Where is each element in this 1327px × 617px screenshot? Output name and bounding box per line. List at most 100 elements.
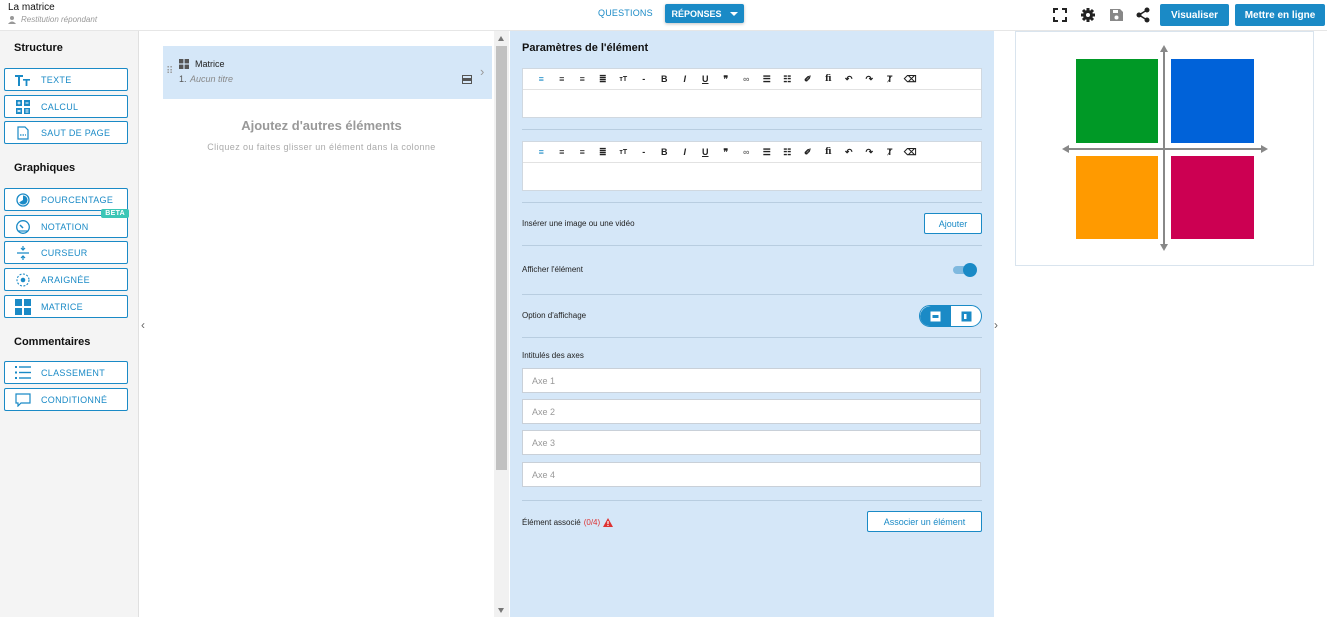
divider [522, 202, 982, 203]
axis-1-input[interactable]: Axe 1 [522, 368, 981, 393]
axis-arrow-left [1062, 145, 1069, 153]
layout-half-icon[interactable] [961, 311, 972, 322]
palette-notation[interactable]: NOTATION BETA [4, 209, 129, 238]
quote-icon[interactable]: ❞ [716, 74, 737, 85]
text-size-icon [15, 73, 31, 87]
brush-icon[interactable]: ✐ [798, 147, 819, 158]
bold-icon[interactable]: B [654, 147, 675, 157]
editor-toolbar: ≡ ≡ ≡ ≣ ᴛT - B I U ❞ ∞ ☰ ☷ ✐ fi ↶ ↷ Ⱦ ⌫ [523, 69, 981, 90]
align-center-icon[interactable]: ≡ [552, 74, 573, 84]
gear-icon[interactable] [1080, 7, 1096, 23]
section-structure: Structure [14, 42, 63, 54]
palette-saut-de-page[interactable]: SAUT DE PAGE [4, 121, 128, 144]
justify-icon[interactable]: ≣ [593, 147, 614, 158]
drag-handle-icon[interactable]: ⠿ [166, 66, 173, 77]
justify-icon[interactable]: ≣ [593, 74, 614, 85]
associate-element-button[interactable]: Associer un élément [867, 511, 982, 532]
display-option-switch[interactable] [919, 305, 982, 327]
link-icon[interactable]: ∞ [736, 74, 757, 84]
item-type: Matrice [195, 59, 225, 69]
link-icon[interactable]: ∞ [736, 147, 757, 157]
minus-icon[interactable]: - [634, 74, 655, 84]
collapse-left-icon[interactable]: ‹ [141, 318, 145, 332]
rich-text-editor-2[interactable]: ≡ ≡ ≡ ≣ ᴛT - B I U ❞ ∞ ☰ ☷ ✐ fi ↶ ↷ Ⱦ ⌫ [522, 141, 982, 191]
list-item[interactable]: ⠿ Matrice 1. Aucun titre › [160, 46, 492, 99]
clear-format-icon[interactable]: Ⱦ [880, 147, 901, 157]
palette-texte-label: TEXTE [41, 74, 72, 85]
brush-icon[interactable]: ✐ [798, 74, 819, 85]
list-icon [15, 366, 31, 380]
show-element-toggle[interactable] [953, 263, 977, 277]
palette-texte[interactable]: TEXTE [4, 68, 128, 91]
quadrant-bottom-left [1076, 156, 1158, 239]
divider [522, 245, 982, 246]
tab-questions[interactable]: QUESTIONS [598, 8, 653, 18]
document-subtitle: Restitution répondant [8, 15, 97, 24]
eraser-icon[interactable]: ⌫ [900, 147, 921, 158]
axis-4-input[interactable]: Axe 4 [522, 462, 981, 487]
tab-reponses[interactable]: RÉPONSES [665, 4, 744, 23]
palette-matrice[interactable]: MATRICE [4, 295, 128, 318]
percentage-icon [15, 192, 31, 207]
eraser-icon[interactable]: ⌫ [900, 74, 921, 85]
publish-button[interactable]: Mettre en ligne [1235, 4, 1325, 26]
align-left-icon[interactable]: ≡ [531, 147, 552, 157]
font-size-icon[interactable]: ᴛT [613, 76, 634, 83]
palette-pourcentage[interactable]: POURCENTAGE [4, 188, 128, 211]
chevron-right-icon[interactable]: › [480, 64, 484, 79]
rich-text-editor-1[interactable]: ≡ ≡ ≡ ≣ ᴛT - B I U ❞ ∞ ☰ ☷ ✐ fi ↶ ↷ Ⱦ ⌫ [522, 68, 982, 118]
bullet-list-icon[interactable]: ☰ [757, 74, 778, 85]
underline-icon[interactable]: U [695, 74, 716, 84]
bold-icon[interactable]: B [654, 74, 675, 84]
preview-button[interactable]: Visualiser [1160, 4, 1229, 26]
matrix-chart [1062, 45, 1268, 251]
palette-notation-label: NOTATION [41, 221, 89, 232]
redo-icon[interactable]: ↷ [859, 147, 880, 158]
collapse-right-icon[interactable]: › [994, 318, 998, 332]
minus-icon[interactable]: - [634, 147, 655, 157]
undo-icon[interactable]: ↶ [839, 74, 860, 85]
chevron-down-icon [729, 11, 738, 16]
clear-format-icon[interactable]: Ⱦ [880, 74, 901, 84]
axis-arrow-bottom [1160, 244, 1168, 251]
font-icon[interactable]: fi [818, 74, 839, 84]
palette-curseur[interactable]: CURSEUR [4, 241, 128, 264]
share-icon[interactable] [1135, 7, 1151, 23]
palette-araignee[interactable]: ARAIGNÉE [4, 268, 128, 291]
numbered-list-icon[interactable]: ☷ [777, 74, 798, 85]
redo-icon[interactable]: ↷ [859, 74, 880, 85]
comment-icon [15, 392, 31, 407]
axis-arrow-top [1160, 45, 1168, 52]
palette-conditionne[interactable]: CONDITIONNÉ [4, 388, 128, 411]
beta-badge: BETA [101, 209, 129, 218]
spider-icon [15, 272, 31, 287]
font-size-icon[interactable]: ᴛT [613, 149, 634, 156]
italic-icon[interactable]: I [675, 147, 696, 157]
italic-icon[interactable]: I [675, 74, 696, 84]
font-icon[interactable]: fi [818, 147, 839, 157]
item-title: Aucun titre [190, 74, 234, 84]
add-media-button[interactable]: Ajouter [924, 213, 982, 234]
quote-icon[interactable]: ❞ [716, 147, 737, 158]
align-right-icon[interactable]: ≡ [572, 147, 593, 157]
align-right-icon[interactable]: ≡ [572, 74, 593, 84]
associated-row: Élément associé (0/4) [522, 518, 614, 527]
axis-3-input[interactable]: Axe 3 [522, 430, 981, 455]
axis-2-input[interactable]: Axe 2 [522, 399, 981, 424]
palette-classement[interactable]: CLASSEMENT [4, 361, 128, 384]
align-left-icon[interactable]: ≡ [531, 74, 552, 84]
fullscreen-icon[interactable] [1052, 7, 1068, 23]
axes-label: Intitulés des axes [522, 351, 584, 360]
undo-icon[interactable]: ↶ [839, 147, 860, 158]
scroll-down-icon[interactable] [498, 608, 504, 613]
palette-conditionne-label: CONDITIONNÉ [41, 394, 108, 405]
bullet-list-icon[interactable]: ☰ [757, 147, 778, 158]
align-center-icon[interactable]: ≡ [552, 147, 573, 157]
scrollbar-thumb[interactable] [496, 46, 507, 470]
scroll-up-icon[interactable] [498, 36, 504, 41]
save-icon[interactable] [1108, 7, 1124, 23]
palette-calcul[interactable]: CALCUL [4, 95, 128, 118]
numbered-list-icon[interactable]: ☷ [777, 147, 798, 158]
underline-icon[interactable]: U [695, 147, 716, 157]
palette-curseur-label: CURSEUR [41, 247, 88, 258]
